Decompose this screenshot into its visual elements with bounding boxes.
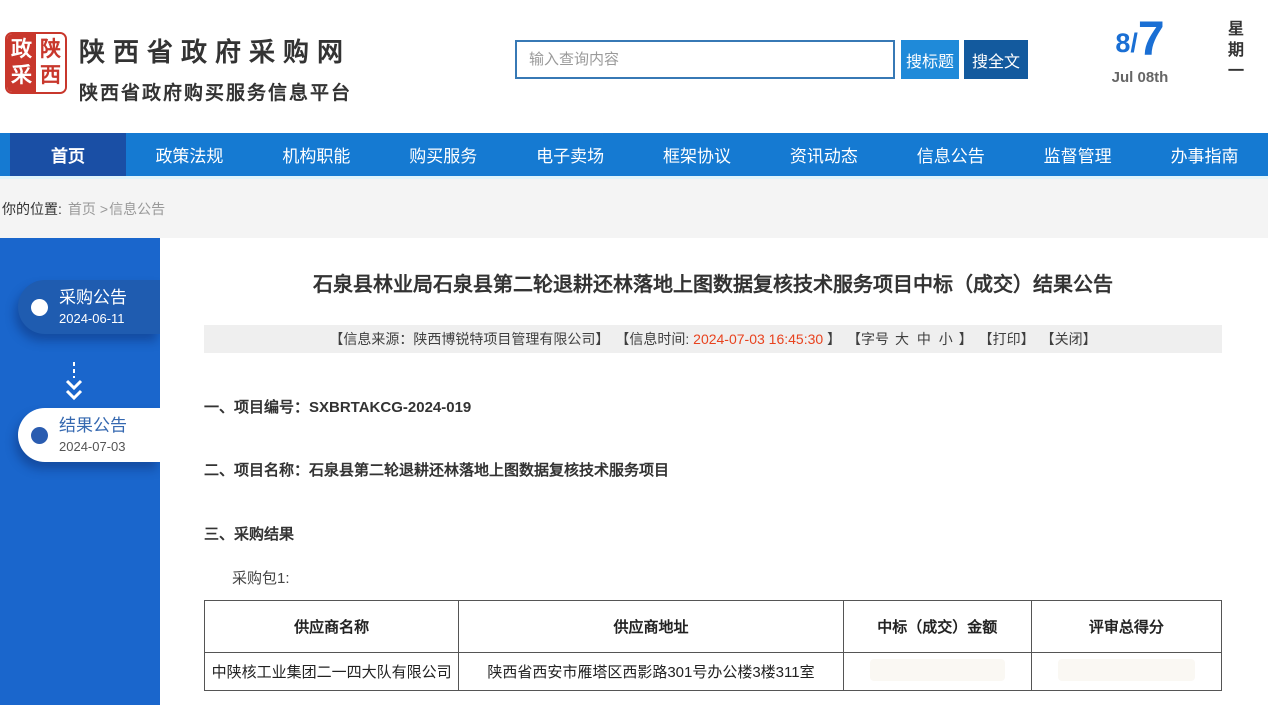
article-title: 石泉县林业局石泉县第二轮退耕还林落地上图数据复核技术服务项目中标（成交）结果公告 [204,268,1222,297]
fontsize-large-button[interactable]: 大 [895,331,909,347]
site-subtitle: 陕西省政府购买服务信息平台 [79,78,352,105]
result-table: 供应商名称 供应商地址 中标（成交）金额 评审总得分 中陕核工业集团二一四大队有… [204,600,1222,691]
col-supplier-name: 供应商名称 [205,601,459,653]
breadcrumb: 你的位置: 首页 > 信息公告 [0,179,1268,238]
meta-time-prefix: 【信息时间: [615,331,689,347]
sidebar-timeline: 采购公告 2024-06-11 结果公告 2024-07-03 [0,238,160,705]
date-day: 7 [1138,18,1165,62]
redacted-value [1058,659,1194,681]
date-numbers: 8 / 7 [1088,18,1192,62]
page: 政 采 陕 西 陕西省政府采购网 陕西省政府购买服务信息平台 搜标题 搜全文 8… [0,0,1268,705]
sidebar-item-result-announcement[interactable]: 结果公告 2024-07-03 [18,408,160,462]
logo-seal-right: 陕 西 [36,34,65,92]
cell-supplier-address: 陕西省西安市雁塔区西影路301号办公楼3楼311室 [459,653,843,691]
cell-supplier-name: 中陕核工业集团二一四大队有限公司 [205,653,459,691]
date-month: 8 [1115,30,1130,62]
fontsize-medium-button[interactable]: 中 [917,331,931,347]
nav-item-policies[interactable]: 政策法规 [126,133,253,176]
site-title: 陕西省政府采购网 [79,32,352,69]
nav-item-announcements[interactable]: 信息公告 [887,133,1014,176]
logo-seal-left: 政 采 [7,34,36,92]
nav-item-home[interactable]: 首页 [10,133,126,176]
sidebar-item-date: 2024-07-03 [59,439,127,454]
meta-time-value: 2024-07-03 16:45:30 [693,331,823,347]
nav-item-functions[interactable]: 机构职能 [253,133,380,176]
redacted-value [870,659,1005,681]
search-title-button[interactable]: 搜标题 [901,40,959,79]
nav-item-framework-agreement[interactable]: 框架协议 [634,133,761,176]
nav-item-supervision[interactable]: 监督管理 [1014,133,1141,176]
nav-item-news[interactable]: 资讯动态 [760,133,887,176]
weekday-char: 星 [1228,22,1244,38]
bullet-icon [31,427,48,444]
sidebar-item-title: 结果公告 [59,416,127,436]
logo-char: 采 [11,63,32,89]
col-review-score: 评审总得分 [1031,601,1221,653]
close-button[interactable]: 【关闭】 [1041,329,1097,349]
meta-source: 【信息来源：陕西博锐特项目管理有限公司】 [329,329,609,349]
meta-fontsize-prefix: 【字号 [847,331,889,347]
article-content: 石泉县林业局石泉县第二轮退耕还林落地上图数据复核技术服务项目中标（成交）结果公告… [160,238,1268,705]
article-meta-bar: 【信息来源：陕西博锐特项目管理有限公司】 【信息时间: 2024-07-03 1… [204,325,1222,353]
site-logo: 政 采 陕 西 [5,32,67,94]
col-supplier-address: 供应商地址 [459,601,843,653]
table-row: 中陕核工业集团二一四大队有限公司 陕西省西安市雁塔区西影路301号办公楼3楼31… [205,653,1222,691]
section-project-number: 一、项目编号：SXBRTAKCG-2024-019 [204,396,471,417]
date-widget: 8 / 7 Jul 08th [1088,18,1192,86]
breadcrumb-separator: > [100,201,108,217]
section-project-name: 二、项目名称：石泉县第二轮退耕还林落地上图数据复核技术服务项目 [204,459,669,480]
sidebar-item-text: 采购公告 2024-06-11 [59,288,127,326]
sidebar-item-date: 2024-06-11 [59,311,127,326]
weekday-char: 一 [1228,64,1244,80]
bullet-icon [31,299,48,316]
table-header-row: 供应商名称 供应商地址 中标（成交）金额 评审总得分 [205,601,1222,653]
meta-fontsize-suffix: 】 [959,331,973,347]
breadcrumb-label: 你的位置: [2,199,62,219]
col-award-amount: 中标（成交）金额 [843,601,1031,653]
meta-fontsize: 【字号 大 中 小 】 [847,329,973,349]
meta-time-suffix: 】 [827,331,841,347]
sidebar-item-text: 结果公告 2024-07-03 [59,416,127,454]
date-english: Jul 08th [1088,69,1192,86]
search-input[interactable] [515,40,895,79]
package-label: 采购包1: [232,567,290,588]
logo-char: 陕 [40,37,61,63]
search-fulltext-button[interactable]: 搜全文 [964,40,1028,79]
weekday-char: 期 [1228,43,1244,59]
nav-item-purchase-services[interactable]: 购买服务 [380,133,507,176]
nav-item-guide[interactable]: 办事指南 [1141,133,1268,176]
logo-char: 政 [11,37,32,63]
date-separator: / [1130,30,1138,62]
site-header: 政 采 陕 西 陕西省政府采购网 陕西省政府购买服务信息平台 搜标题 搜全文 8… [0,0,1268,133]
breadcrumb-link-announcements[interactable]: 信息公告 [109,199,165,219]
nav-item-e-marketplace[interactable]: 电子卖场 [507,133,634,176]
sidebar-item-title: 采购公告 [59,288,127,308]
fontsize-small-button[interactable]: 小 [939,331,953,347]
main-nav: 首页 政策法规 机构职能 购买服务 电子卖场 框架协议 资讯动态 信息公告 监督… [0,133,1268,176]
search-bar: 搜标题 搜全文 [515,40,1028,79]
breadcrumb-link-home[interactable]: 首页 [68,199,96,219]
sidebar-item-purchase-announcement[interactable]: 采购公告 2024-06-11 [18,280,160,334]
print-button[interactable]: 【打印】 [979,329,1035,349]
cell-review-score [1031,653,1221,691]
meta-time: 【信息时间: 2024-07-03 16:45:30 】 [615,329,841,349]
brand-text: 陕西省政府采购网 陕西省政府购买服务信息平台 [79,32,352,105]
cell-award-amount [843,653,1031,691]
section-procurement-result: 三、采购结果 [204,523,294,544]
weekday-label: 星 期 一 [1228,22,1244,80]
down-arrow-icon [62,360,86,411]
logo-char: 西 [40,63,61,89]
